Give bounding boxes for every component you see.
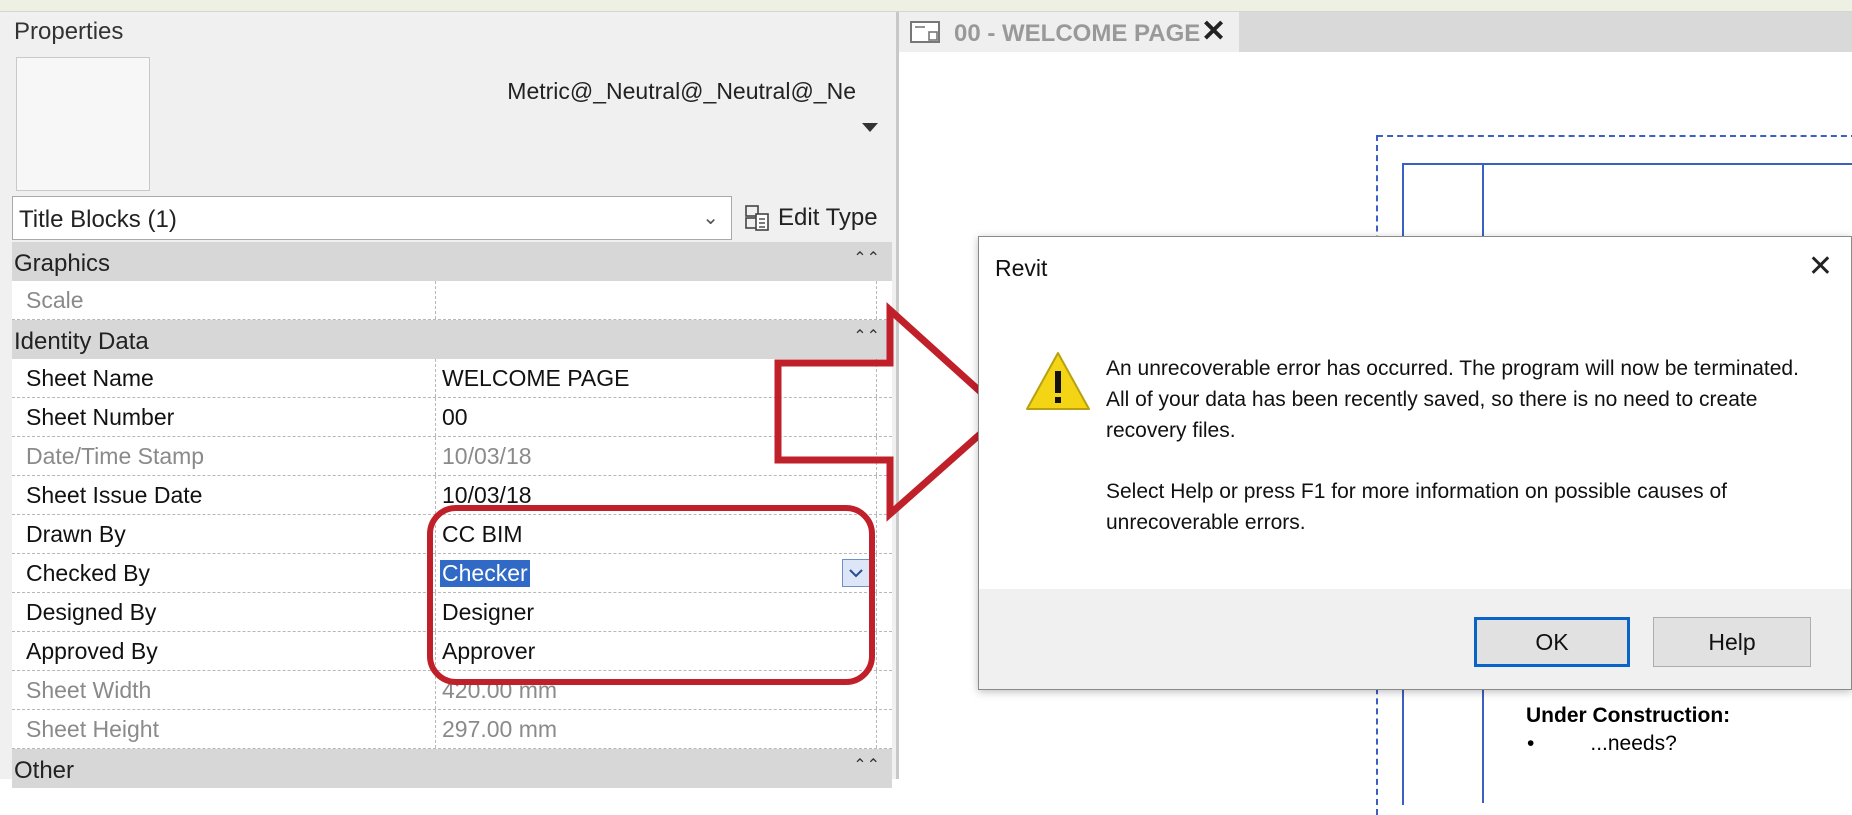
annotation-highlight-box: [427, 505, 875, 685]
dialog-footer: OK Help: [979, 589, 1851, 689]
revit-error-dialog: Revit ✕ An unrecoverable error has occur…: [978, 236, 1852, 690]
error-message-line-1: An unrecoverable error has occurred. The…: [1106, 357, 1799, 442]
close-icon[interactable]: ✕: [1808, 249, 1833, 284]
annotation-arrow: [774, 302, 1010, 522]
error-message: An unrecoverable error has occurred. The…: [1106, 353, 1806, 568]
error-message-line-2: Select Help or press F1 for more informa…: [1106, 480, 1727, 534]
help-button[interactable]: Help: [1653, 617, 1811, 667]
ok-button[interactable]: OK: [1474, 617, 1630, 667]
warning-icon: [1026, 352, 1090, 410]
dialog-title: Revit: [995, 255, 1048, 281]
